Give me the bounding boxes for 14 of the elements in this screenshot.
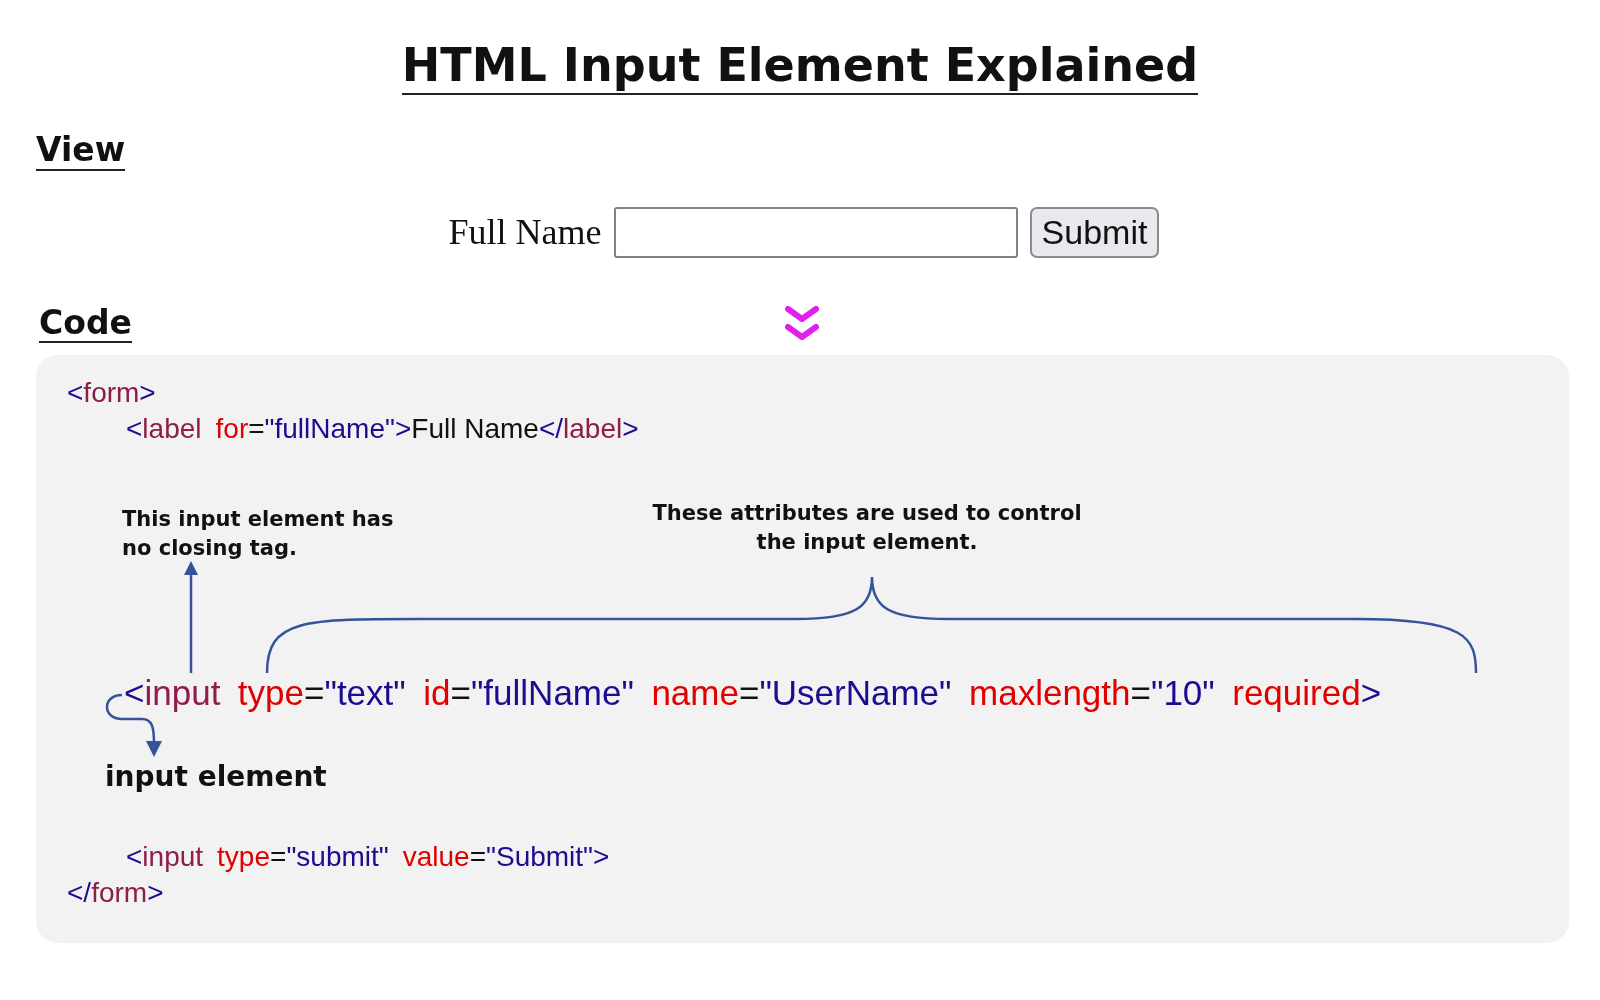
code-line: <input type="text" id="fullName" name="UserName" maxlength="10" required>: [124, 672, 1382, 715]
annotation-text: input element: [105, 759, 327, 796]
code-line: <form>: [67, 376, 156, 411]
submit-button[interactable]: Submit: [1029, 206, 1160, 258]
section-heading: View: [36, 130, 126, 171]
code-line: <input type="submit" value="Submit">: [126, 840, 610, 875]
page-title: HTML Input Element Explained: [401, 40, 1199, 95]
annotation-text: These attributes are used to control the input element.: [651, 500, 1083, 557]
annotation-text: This input element has no closing tag.: [122, 506, 394, 563]
field-label: Full Name: [448, 211, 602, 254]
input-field[interactable]: [613, 206, 1018, 258]
section-heading: Code: [39, 303, 132, 344]
code-line: <label for="fullName">Full Name</label>: [126, 412, 639, 447]
code-line: </form>: [67, 876, 164, 911]
